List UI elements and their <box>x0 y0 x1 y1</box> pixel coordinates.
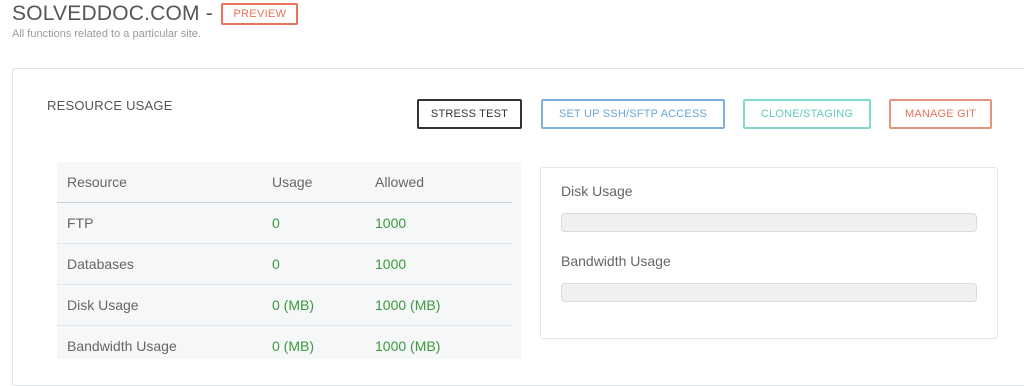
resource-name: Databases <box>67 256 134 272</box>
stress-test-button[interactable]: STRESS TEST <box>417 99 522 129</box>
usage-value: 0 (MB) <box>272 338 314 354</box>
resource-name: FTP <box>67 215 94 231</box>
column-header-allowed: Allowed <box>375 174 425 190</box>
resource-name: Disk Usage <box>67 297 139 313</box>
table-row: FTP 0 1000 <box>57 203 512 244</box>
usage-meters-box: Disk Usage Bandwidth Usage <box>540 167 998 339</box>
section-title: RESOURCE USAGE <box>47 98 173 113</box>
site-title: SOLVEDDOC.COM - <box>12 2 213 25</box>
allowed-value: 1000 (MB) <box>375 338 441 354</box>
resource-name: Bandwidth Usage <box>67 338 177 354</box>
table-row: Disk Usage 0 (MB) 1000 (MB) <box>57 285 512 326</box>
site-subtitle: All functions related to a particular si… <box>12 28 201 40</box>
resource-table: Resource Usage Allowed FTP 0 1000 Databa… <box>57 162 521 359</box>
column-header-resource: Resource <box>67 174 127 190</box>
page-header: SOLVEDDOC.COM - PREVIEW All functions re… <box>12 2 299 40</box>
allowed-value: 1000 <box>375 215 407 231</box>
allowed-value: 1000 (MB) <box>375 297 441 313</box>
bandwidth-usage-progress-bar <box>561 283 977 302</box>
clone-staging-button[interactable]: CLONE/STAGING <box>743 99 871 129</box>
column-header-usage: Usage <box>272 174 313 190</box>
preview-badge[interactable]: PREVIEW <box>221 3 299 25</box>
disk-usage-label: Disk Usage <box>561 183 633 199</box>
bandwidth-usage-label: Bandwidth Usage <box>561 253 671 269</box>
disk-usage-progress-bar <box>561 213 977 232</box>
table-row: Databases 0 1000 <box>57 244 512 285</box>
ssh-sftp-access-button[interactable]: SET UP SSH/SFTP ACCESS <box>541 99 725 129</box>
table-row: Bandwidth Usage 0 (MB) 1000 (MB) <box>57 326 512 366</box>
usage-value: 0 <box>272 256 280 272</box>
resource-usage-panel: RESOURCE USAGE STRESS TEST SET UP SSH/SF… <box>12 68 1024 386</box>
usage-value: 0 <box>272 215 280 231</box>
manage-git-button[interactable]: MANAGE GIT <box>889 99 992 129</box>
allowed-value: 1000 <box>375 256 407 272</box>
table-header-row: Resource Usage Allowed <box>57 162 512 203</box>
usage-value: 0 (MB) <box>272 297 314 313</box>
